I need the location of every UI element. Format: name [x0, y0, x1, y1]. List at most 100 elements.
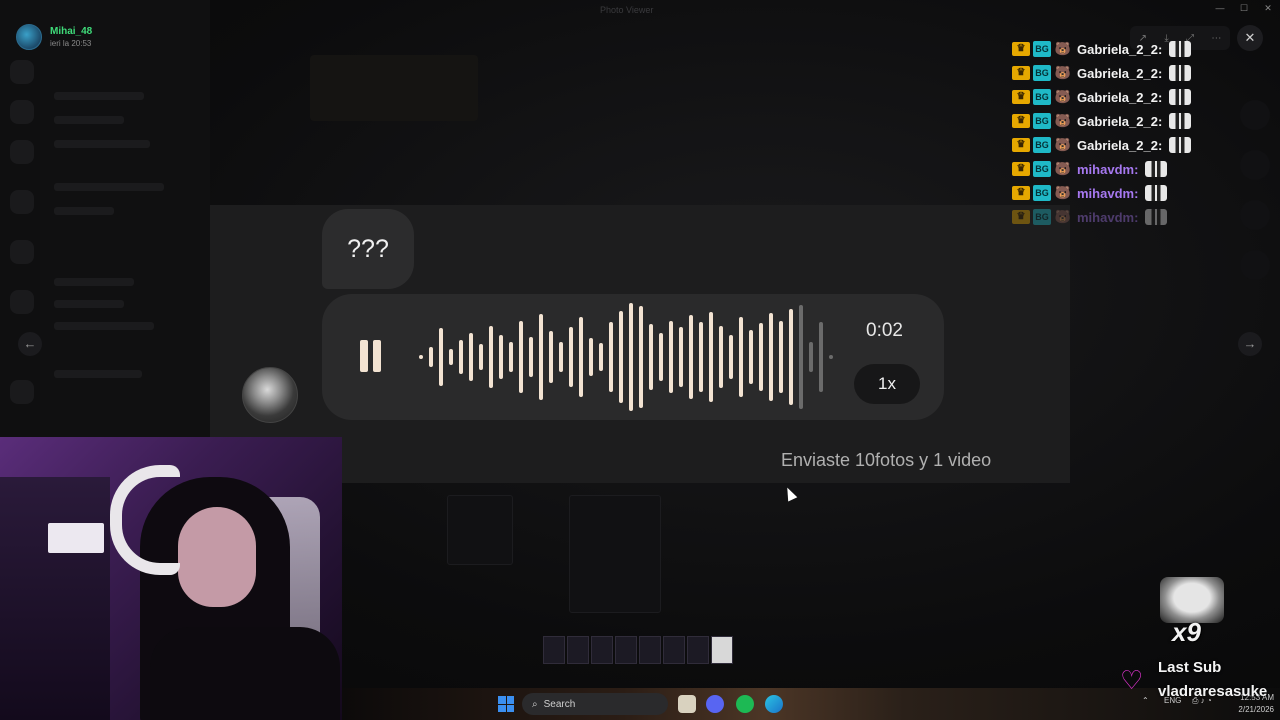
waveform-bar [459, 340, 463, 374]
chat-emote-icon [1169, 41, 1192, 57]
waveform-bar [799, 305, 803, 409]
thumbnail[interactable] [591, 636, 613, 664]
waveform-bar [619, 311, 623, 403]
chat-username[interactable]: mihavdm: [1077, 186, 1138, 201]
maximize-button[interactable]: ☐ [1232, 3, 1256, 17]
crown-badge-icon: ♛ [1012, 42, 1030, 56]
background-avatar [1240, 100, 1270, 130]
thumbnail[interactable] [711, 636, 733, 664]
waveform-bar [599, 343, 603, 371]
crown-badge-icon: ♛ [1012, 138, 1030, 152]
thumbnail[interactable] [567, 636, 589, 664]
chat-username[interactable]: Gabriela_2_2: [1077, 66, 1162, 81]
close-viewer-button[interactable]: ✕ [1237, 25, 1263, 51]
pause-icon[interactable] [360, 340, 381, 372]
bear-emoji-icon: 🐻 [1054, 185, 1072, 200]
waveform[interactable] [416, 294, 836, 420]
background-avatar [1240, 250, 1270, 280]
thumbnail[interactable] [543, 636, 565, 664]
chat-message: ♛ BG 🐻 mihavdm: [1012, 205, 1232, 229]
uploader-name[interactable]: Mihai_48 [50, 26, 92, 37]
uploader-info: Mihai_48 ieri la 20:53 [16, 24, 92, 50]
bear-emoji-icon: 🐻 [1054, 89, 1072, 104]
background-window [447, 495, 513, 565]
last-sub-label: Last Sub [1158, 659, 1222, 676]
spotify-icon[interactable] [736, 695, 754, 713]
waveform-bar [709, 312, 713, 402]
waveform-bar [809, 342, 813, 372]
avatar-icon[interactable] [16, 24, 42, 50]
sender-avatar [242, 367, 298, 423]
chat-username[interactable]: Gabriela_2_2: [1077, 90, 1162, 105]
waveform-bar [729, 335, 733, 379]
thumbnail[interactable] [615, 636, 637, 664]
crown-badge-icon: ♛ [1012, 66, 1030, 80]
waveform-bar [419, 355, 423, 359]
waveform-bar [649, 324, 653, 390]
text-message-bubble: ??? [322, 209, 414, 289]
waveform-bar [699, 322, 703, 392]
chat-message: ♛ BG 🐻 mihavdm: [1012, 181, 1232, 205]
bear-emoji-icon: 🐻 [1054, 209, 1072, 224]
waveform-bar [629, 303, 633, 411]
waveform-bar [589, 338, 593, 376]
chat-username[interactable]: mihavdm: [1077, 210, 1138, 225]
waveform-bar [549, 331, 553, 383]
waveform-bar [829, 355, 833, 359]
subscriber-badge-icon: BG [1033, 209, 1051, 225]
waveform-bar [489, 326, 493, 388]
waveform-bar [739, 317, 743, 397]
waveform-bar [669, 321, 673, 393]
background-window [569, 495, 661, 613]
chat-username[interactable]: Gabriela_2_2: [1077, 138, 1162, 153]
bear-emoji-icon: 🐻 [1054, 137, 1072, 152]
waveform-bar [689, 315, 693, 399]
chat-username[interactable]: mihavdm: [1077, 162, 1138, 177]
previous-arrow-icon[interactable]: ← [18, 332, 42, 356]
edge-icon[interactable] [765, 695, 783, 713]
file-explorer-icon[interactable] [678, 695, 696, 713]
last-sub-user: vladraresasuke [1158, 683, 1268, 700]
playback-speed-button[interactable]: 1x [854, 364, 920, 404]
waveform-bar [659, 333, 663, 381]
media-thumbnails [543, 636, 733, 664]
waveform-bar [559, 342, 563, 372]
voice-duration: 0:02 [866, 320, 903, 341]
subscriber-badge-icon: BG [1033, 185, 1051, 201]
waveform-bar [719, 326, 723, 388]
waveform-bar [539, 314, 543, 400]
chat-emote-icon [1145, 161, 1168, 177]
waveform-bar [679, 327, 683, 387]
waveform-bar [499, 335, 503, 379]
bear-emoji-icon: 🐻 [1054, 113, 1072, 128]
window-close-button[interactable]: ✕ [1256, 3, 1280, 17]
chat-username[interactable]: Gabriela_2_2: [1077, 42, 1162, 57]
taskbar-search[interactable]: ⌕ Search [522, 693, 668, 715]
waveform-bar [439, 328, 443, 386]
stream-chat: ♛ BG 🐻 Gabriela_2_2: ♛ BG 🐻 Gabriela_2_2: ♛ BG 🐻 Ga… [1012, 37, 1232, 229]
waveform-bar [639, 306, 643, 408]
waveform-bar [749, 330, 753, 384]
bear-emoji-icon: 🐻 [1054, 41, 1072, 56]
chat-emote-icon [1169, 113, 1192, 129]
subscriber-badge-icon: BG [1033, 113, 1051, 129]
crown-badge-icon: ♛ [1012, 162, 1030, 176]
chat-emote-icon [1169, 89, 1192, 105]
webcam-overlay [0, 437, 342, 720]
chat-message: ♛ BG 🐻 Gabriela_2_2: [1012, 61, 1232, 85]
crown-badge-icon: ♛ [1012, 210, 1030, 224]
thumbnail[interactable] [639, 636, 661, 664]
next-arrow-icon[interactable]: → [1238, 332, 1262, 356]
chat-username[interactable]: Gabriela_2_2: [1077, 114, 1162, 129]
search-placeholder: Search [543, 698, 576, 710]
windows-start-icon[interactable] [498, 696, 514, 712]
waveform-bar [429, 347, 433, 367]
crown-badge-icon: ♛ [1012, 90, 1030, 104]
minimize-button[interactable]: — [1208, 3, 1232, 17]
waveform-bar [449, 349, 453, 365]
thumbnail[interactable] [663, 636, 685, 664]
chat-message: ♛ BG 🐻 Gabriela_2_2: [1012, 109, 1232, 133]
discord-icon[interactable] [706, 695, 724, 713]
bear-emoji-icon: 🐻 [1054, 65, 1072, 80]
thumbnail[interactable] [687, 636, 709, 664]
